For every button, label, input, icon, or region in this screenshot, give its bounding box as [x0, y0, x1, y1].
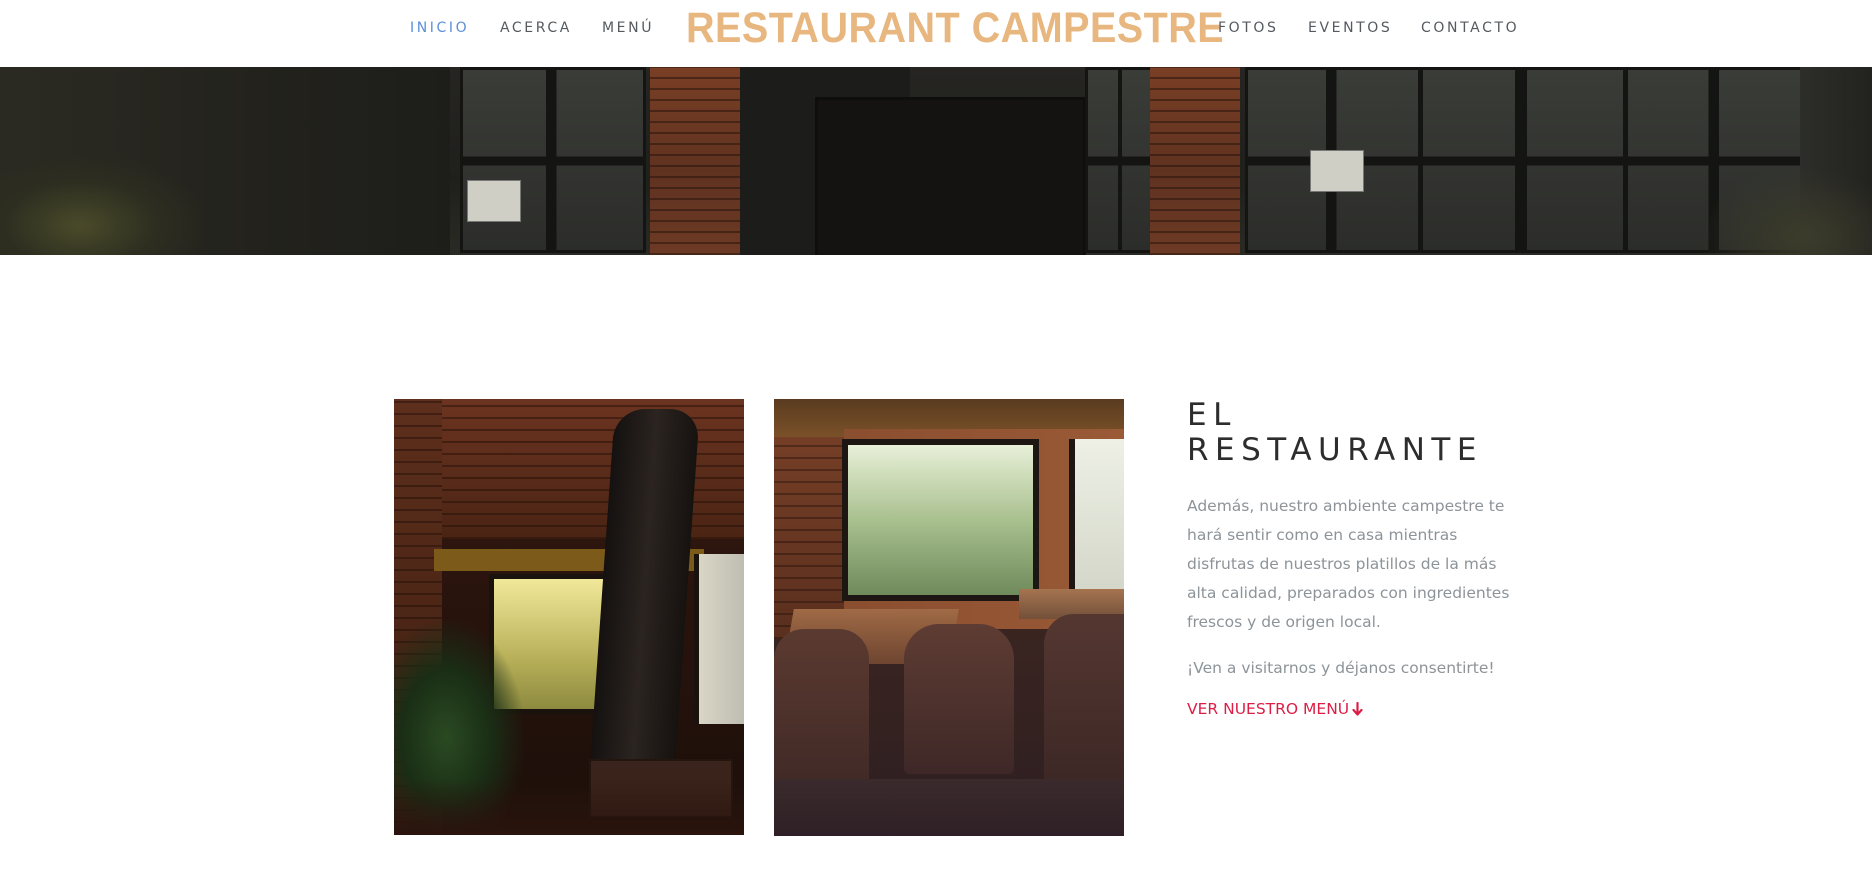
- nav-item-eventos[interactable]: EVENTOS: [1308, 20, 1392, 36]
- view-menu-link-label: VER NUESTRO MENÚ: [1187, 700, 1350, 718]
- hero-window-3: [1085, 67, 1156, 253]
- section-title: EL RESTAURANTE: [1187, 398, 1517, 468]
- hero-window-5: [1420, 67, 1626, 253]
- hero-brick-pillar-1: [650, 67, 740, 255]
- top-navigation: INICIO ACERCA MENÚ RESTAURANT CAMPESTRE …: [0, 0, 1872, 67]
- about-paragraph-2: ¡Ven a visitarnos y déjanos consentirte!: [1187, 659, 1495, 677]
- section-title-line1: EL: [1187, 397, 1237, 433]
- nav-item-contacto[interactable]: CONTACTO: [1421, 20, 1519, 36]
- interior-tree-dining-photo: [394, 399, 744, 835]
- brand-logo[interactable]: RESTAURANT CAMPESTRE: [686, 4, 1224, 53]
- nav-item-menu[interactable]: MENÚ: [602, 20, 654, 36]
- hero-window-1: [460, 67, 646, 253]
- tile-floor: [774, 779, 1124, 836]
- hero-doorway: [815, 97, 1086, 255]
- hero-sign-1: [467, 180, 521, 222]
- hero-sign-2: [1310, 150, 1364, 192]
- nav-item-acerca[interactable]: ACERCA: [500, 20, 572, 36]
- hero-plants: [0, 157, 200, 255]
- hero-image: [0, 67, 1872, 255]
- side-window: [694, 554, 744, 724]
- main-window: [842, 439, 1039, 601]
- hero-plants-right: [1700, 167, 1872, 255]
- dining-tables-window-photo: [774, 399, 1124, 836]
- nav-item-inicio[interactable]: INICIO: [410, 20, 469, 36]
- about-paragraph-1: Además, nuestro ambiente campestre te ha…: [1187, 497, 1510, 631]
- hero-brick-pillar-2: [1150, 67, 1240, 255]
- floor-shadow: [394, 779, 744, 835]
- section-title-line2: RESTAURANTE: [1187, 432, 1483, 468]
- nav-item-fotos[interactable]: FOTOS: [1218, 20, 1279, 36]
- chair-2: [904, 624, 1014, 774]
- arrow-down-icon: [1352, 701, 1363, 720]
- view-menu-link[interactable]: VER NUESTRO MENÚ: [1187, 700, 1363, 720]
